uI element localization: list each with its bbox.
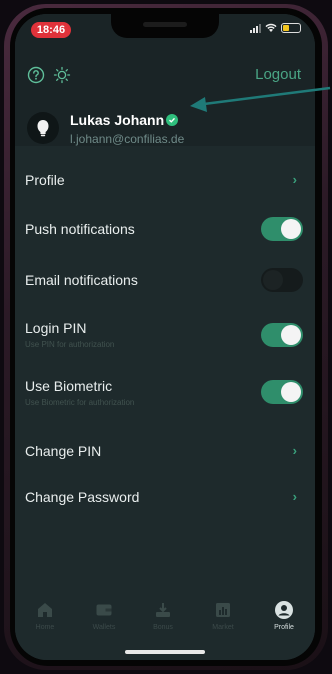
bonus-icon: [153, 600, 173, 620]
row-subtitle: Use Biometric for authorization: [25, 398, 135, 407]
logout-button[interactable]: Logout: [255, 66, 301, 83]
settings-row-change-password[interactable]: Change Password ›: [15, 480, 315, 514]
notch: [111, 14, 219, 38]
nav-label: Profile: [274, 624, 294, 631]
chevron-right-icon: ›: [292, 443, 297, 458]
avatar: [27, 112, 59, 144]
signal-icon: [250, 23, 261, 33]
row-label: Login PIN: [25, 320, 87, 336]
row-label: Change Password: [25, 489, 140, 505]
nav-label: Market: [212, 624, 234, 631]
status-icons: [250, 23, 301, 33]
settings-row-push-notifications: Push notifications: [15, 212, 315, 246]
nav-item-market[interactable]: Market: [195, 600, 251, 631]
settings-row-email-notifications: Email notifications: [15, 263, 315, 297]
market-chart-icon: [213, 600, 233, 620]
battery-icon: [281, 23, 301, 33]
nav-item-bonus[interactable]: Bonus: [135, 600, 191, 631]
sun-icon[interactable]: [53, 66, 71, 84]
row-label: Use Biometric: [25, 378, 113, 394]
status-bar: 18:46: [15, 14, 315, 50]
nav-label: Bonus: [153, 624, 173, 631]
settings-row-login-pin: Login PIN Use PIN for authorization: [15, 316, 315, 356]
nav-item-wallets[interactable]: Wallets: [76, 600, 132, 631]
nav-label: Home: [35, 624, 55, 631]
settings-row-change-pin[interactable]: Change PIN ›: [15, 434, 315, 468]
row-label: Email notifications: [25, 272, 138, 288]
verified-badge-icon: [166, 114, 178, 126]
profile-header: Logout Lukas Johann l.johann@confilias.d…: [15, 50, 315, 146]
chevron-right-icon: ›: [292, 489, 297, 504]
push-notifications-toggle[interactable]: [261, 217, 303, 241]
chevron-right-icon: ›: [292, 172, 297, 187]
row-label: Push notifications: [25, 221, 135, 237]
help-circle-icon[interactable]: [27, 66, 45, 84]
user-name: Lukas Johann: [70, 112, 165, 128]
wifi-icon: [265, 23, 277, 32]
wallet-icon: [94, 600, 114, 620]
status-time: 18:46: [31, 22, 71, 38]
profile-icon: [274, 600, 294, 620]
phone-screen: 18:46 Logout Lukas Johann l.johann@confi…: [15, 14, 315, 660]
settings-row-profile[interactable]: Profile ›: [15, 162, 315, 196]
nav-item-home[interactable]: Home: [17, 600, 73, 631]
login-pin-toggle[interactable]: [261, 323, 303, 347]
nav-item-profile[interactable]: Profile: [256, 600, 312, 631]
row-label: Change PIN: [25, 443, 102, 459]
settings-row-use-biometric: Use Biometric Use Biometric for authoriz…: [15, 374, 315, 414]
use-biometric-toggle[interactable]: [261, 380, 303, 404]
row-label: Profile: [25, 172, 65, 188]
email-notifications-toggle[interactable]: [261, 268, 303, 292]
home-indicator: [125, 650, 205, 654]
row-subtitle: Use PIN for authorization: [25, 340, 115, 349]
nav-label: Wallets: [92, 624, 116, 631]
user-email: l.johann@confilias.de: [70, 132, 185, 146]
home-icon: [35, 600, 55, 620]
